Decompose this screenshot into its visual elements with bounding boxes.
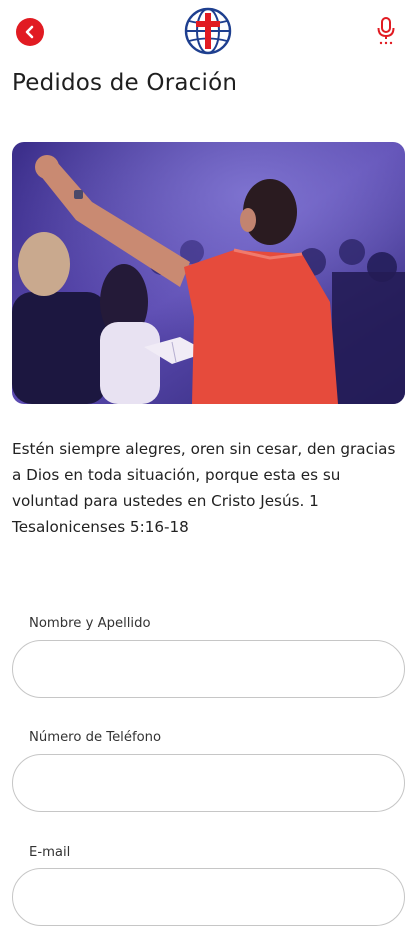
worship-photo bbox=[12, 142, 405, 404]
globe-cross-logo bbox=[184, 7, 232, 55]
back-button[interactable] bbox=[16, 18, 44, 46]
email-label: E-mail bbox=[29, 845, 71, 860]
top-bar bbox=[0, 0, 415, 62]
page-title: Pedidos de Oración bbox=[12, 70, 238, 96]
name-label: Nombre y Apellido bbox=[29, 616, 151, 631]
name-input[interactable] bbox=[12, 640, 405, 698]
phone-label: Número de Teléfono bbox=[29, 730, 162, 745]
chevron-left-icon bbox=[25, 25, 34, 39]
verse-text: Estén siempre alegres, oren sin cesar, d… bbox=[12, 440, 396, 536]
phone-input[interactable] bbox=[12, 754, 405, 812]
hero-image bbox=[12, 142, 405, 404]
email-input[interactable] bbox=[12, 868, 405, 926]
microphone-icon[interactable] bbox=[373, 16, 399, 46]
